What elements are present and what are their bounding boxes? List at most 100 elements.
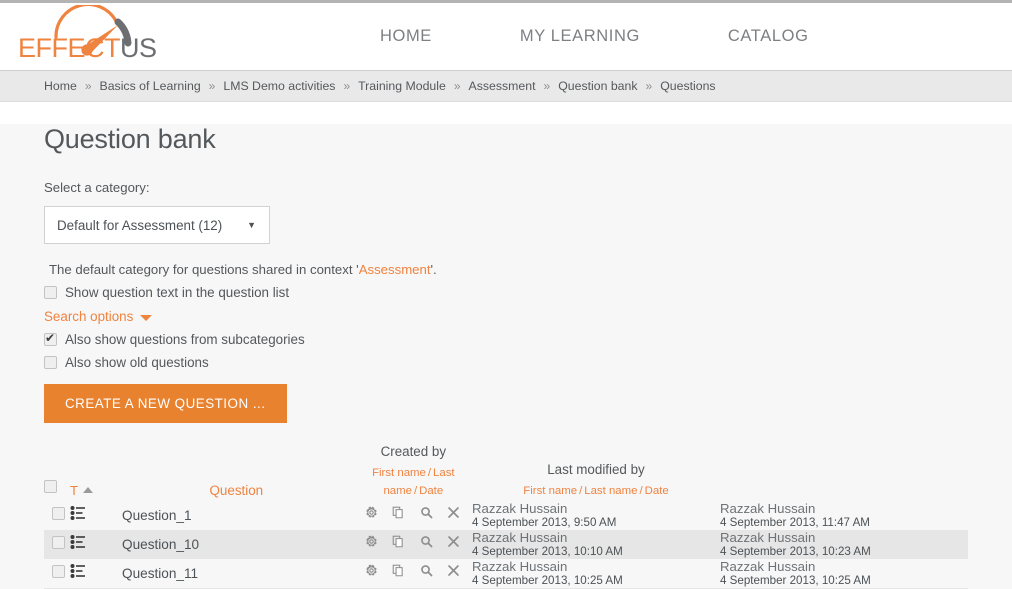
chevron-down-icon <box>140 314 153 321</box>
created-by-sort-first-name[interactable]: First name <box>372 467 426 479</box>
created-by-sort-date[interactable]: Date <box>419 485 443 497</box>
sort-link-separator: / <box>579 485 583 497</box>
old-questions-row: Also show old questions <box>44 355 968 370</box>
category-select[interactable]: Default for Assessment (12) ▼ <box>44 206 270 244</box>
breadcrumb-separator-icon: » <box>84 79 92 93</box>
breadcrumb-separator-icon: » <box>645 79 653 93</box>
subcategories-label[interactable]: Also show questions from subcategories <box>65 332 305 347</box>
close-icon[interactable] <box>447 506 460 524</box>
site-header: EFFECTUS HOME MY LEARNING CATALOG <box>0 3 1012 71</box>
context-note: The default category for questions share… <box>44 262 968 277</box>
breadcrumb-item-lms-demo-activities[interactable]: LMS Demo activities <box>223 79 335 93</box>
created-by-sort-links: First name / Last name / Date <box>372 467 455 497</box>
nav-item-my-learning[interactable]: MY LEARNING <box>520 27 640 46</box>
breadcrumb-item-training-module[interactable]: Training Module <box>358 79 446 93</box>
type-column-header[interactable]: T <box>70 444 118 501</box>
row-checkbox[interactable] <box>52 506 65 520</box>
copy-icon[interactable] <box>392 535 405 553</box>
created-by-date: 4 September 2013, 10:25 AM <box>472 574 623 587</box>
breadcrumb-item-basics-of-learning[interactable]: Basics of Learning <box>100 79 201 93</box>
created-by-name: Razzak Hussain <box>472 559 568 574</box>
breadcrumb-item-question-bank[interactable]: Question bank <box>558 79 637 93</box>
copy-icon[interactable] <box>392 564 405 582</box>
question-name-cell[interactable]: Question_10 <box>118 530 355 559</box>
logo-text-secondary: US <box>120 32 157 63</box>
last-modified-by-cell: Razzak Hussain 4 September 2013, 10:23 A… <box>720 530 968 559</box>
created-by-date: 4 September 2013, 10:10 AM <box>472 545 623 558</box>
context-assessment-link[interactable]: Assessment <box>359 262 431 277</box>
last-modified-by-cell: Razzak Hussain 4 September 2013, 10:25 A… <box>720 559 968 588</box>
modified-by-sort-date[interactable]: Date <box>645 485 669 497</box>
modified-by-name: Razzak Hussain <box>720 501 816 516</box>
created-by-date: 4 September 2013, 9:50 AM <box>472 516 617 529</box>
row-actions-cell <box>355 501 472 530</box>
breadcrumb-item-assessment[interactable]: Assessment <box>469 79 536 93</box>
copy-icon[interactable] <box>392 506 405 524</box>
breadcrumb: Home » Basics of Learning » LMS Demo act… <box>0 71 1012 102</box>
magnifier-icon[interactable] <box>420 535 433 553</box>
sort-link-separator: / <box>639 485 643 497</box>
magnifier-icon[interactable] <box>420 564 433 582</box>
modified-by-name: Razzak Hussain <box>720 559 816 574</box>
row-select-cell <box>44 530 70 559</box>
row-select-cell <box>44 501 70 530</box>
table-row[interactable]: Question_11 Razzak Hussain 4 September 2… <box>44 559 968 588</box>
show-question-text-label[interactable]: Show question text in the question list <box>65 285 289 300</box>
question-type-cell <box>70 501 118 530</box>
modified-by-date: 4 September 2013, 11:47 AM <box>720 516 870 529</box>
table-body: Question_1 Razzak Hussain 4 September 20… <box>44 501 968 589</box>
modified-by-sort-first-name[interactable]: First name <box>523 485 577 497</box>
created-by-cell: Razzak Hussain 4 September 2013, 9:50 AM <box>472 501 720 530</box>
context-note-prefix: The default category for questions share… <box>49 262 359 277</box>
create-new-question-button[interactable]: CREATE A NEW QUESTION ... <box>44 384 287 423</box>
close-icon[interactable] <box>447 564 460 582</box>
created-by-column-header: Created by First name / Last name / Date <box>355 444 472 501</box>
question-type-cell <box>70 559 118 588</box>
gear-icon[interactable] <box>365 535 378 553</box>
sort-link-separator: / <box>427 467 432 479</box>
last-modified-by-label: Last modified by <box>547 462 645 477</box>
multichoice-list-icon <box>70 564 85 578</box>
table-row[interactable]: Question_1 Razzak Hussain 4 September 20… <box>44 501 968 530</box>
search-options-toggle[interactable]: Search options <box>44 309 968 324</box>
magnifier-icon[interactable] <box>420 506 433 524</box>
old-questions-label[interactable]: Also show old questions <box>65 355 209 370</box>
last-modified-by-sort-links: First name / Last name / Date <box>523 485 668 497</box>
row-checkbox[interactable] <box>52 564 65 578</box>
old-questions-checkbox[interactable] <box>44 356 57 369</box>
created-by-name: Razzak Hussain <box>472 501 568 516</box>
category-label: Select a category: <box>44 180 150 195</box>
context-note-suffix: '. <box>430 262 437 277</box>
question-name-cell[interactable]: Question_1 <box>118 501 355 530</box>
breadcrumb-separator-icon: » <box>343 79 351 93</box>
page-title: Question bank <box>44 124 216 154</box>
gear-icon[interactable] <box>365 506 378 524</box>
last-modified-by-cell: Razzak Hussain 4 September 2013, 11:47 A… <box>720 501 968 530</box>
close-icon[interactable] <box>447 535 460 553</box>
row-actions-cell <box>355 559 472 588</box>
row-checkbox[interactable] <box>52 535 65 549</box>
question-name-cell[interactable]: Question_11 <box>118 559 355 588</box>
modified-by-date: 4 September 2013, 10:25 AM <box>720 574 871 587</box>
select-all-checkbox[interactable] <box>44 480 57 493</box>
row-actions-cell <box>355 530 472 559</box>
created-by-cell: Razzak Hussain 4 September 2013, 10:10 A… <box>472 530 720 559</box>
logo-text-primary: EFFECT <box>18 32 121 63</box>
nav-item-home[interactable]: HOME <box>380 27 432 46</box>
question-column-header[interactable]: Question <box>118 444 355 501</box>
show-question-text-row: Show question text in the question list <box>44 285 968 300</box>
breadcrumb-item-home[interactable]: Home <box>44 79 77 93</box>
modified-by-name: Razzak Hussain <box>720 530 816 545</box>
subcategories-row: Also show questions from subcategories <box>44 331 968 347</box>
modified-by-date: 4 September 2013, 10:23 AM <box>720 545 871 558</box>
nav-item-catalog[interactable]: CATALOG <box>728 27 809 46</box>
subcategories-checkbox[interactable] <box>44 331 57 346</box>
gear-icon[interactable] <box>365 564 378 582</box>
multichoice-list-icon <box>70 506 85 520</box>
breadcrumb-separator-icon: » <box>208 79 216 93</box>
logo[interactable]: EFFECTUS <box>0 3 270 71</box>
last-modified-by-column-header: Last modified by First name / Last name / Da… <box>472 444 720 501</box>
modified-by-sort-last-name[interactable]: Last name <box>584 485 637 497</box>
show-question-text-checkbox[interactable] <box>44 286 57 299</box>
table-row[interactable]: Question_10 Razzak Hussain 4 September 2… <box>44 530 968 559</box>
